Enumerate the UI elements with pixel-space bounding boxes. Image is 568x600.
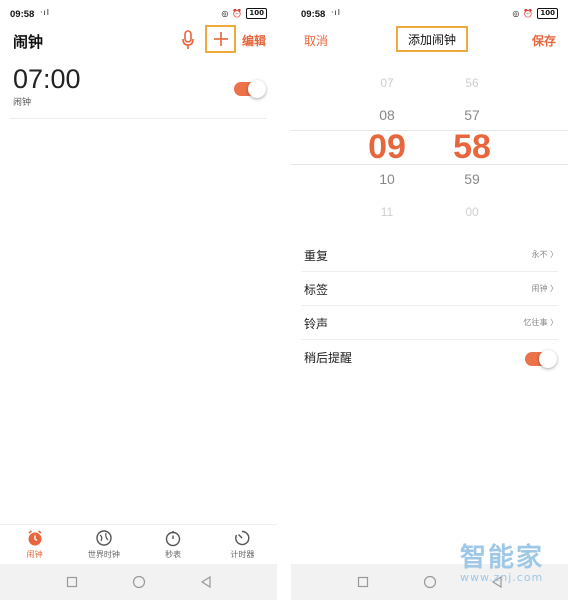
minute-option: 00 [465,205,479,219]
minute-option: 56 [465,76,479,90]
tab-timer[interactable]: 计时器 [208,525,277,564]
setting-value: 忆往事 〉 [523,318,558,327]
add-alarm-screen: 09:58 ·ıl ◎ ⏰ 100 取消 添加闹钟 保存 07 08 09 10… [291,0,568,600]
tab-label: 闹钟 [26,550,43,559]
cancel-button[interactable]: 取消 [304,32,328,49]
hour-wheel[interactable]: 07 08 09 10 11 [357,70,417,230]
alarm-time: 07:00 [13,64,81,94]
back-icon[interactable] [199,575,213,589]
status-time: 09:58 [10,9,35,20]
screen-divider [277,0,291,600]
settings-row-ringtone[interactable]: 铃声 忆往事 〉 [301,306,558,340]
recents-icon[interactable] [356,575,370,589]
settings-row-snooze[interactable]: 稍后提醒 [301,340,558,374]
settings-row-repeat[interactable]: 重复 永不 〉 [301,238,558,272]
bottom-tab-bar: 闹钟 世界时钟 秒表 计时器 [0,524,277,564]
plus-icon [213,32,228,46]
status-bar: 09:58 ·ıl ◎ ⏰ 100 [0,0,277,28]
toggle-knob [539,350,557,368]
hour-option: 07 [380,76,394,90]
screenshot-root: 09:58 ·ıl ◎ ⏰ 100 闹钟 编辑 07:00 闹钟 闹钟 世界时钟… [0,0,568,600]
hour-option: 11 [380,205,394,219]
alarm-toggle[interactable] [234,80,266,98]
vibrate-icon: ◎ [221,9,229,18]
setting-label: 铃声 [304,317,329,331]
setting-value: 永不 〉 [531,250,558,259]
add-alarm-button[interactable] [205,25,236,53]
signal-icon: ·ıl [40,8,50,17]
tab-stopwatch[interactable]: 秒表 [139,525,208,564]
alarm-label: 闹钟 [13,98,32,108]
status-time: 09:58 [301,9,326,20]
app-header: 闹钟 编辑 [0,25,277,54]
minute-option: 57 [464,107,480,123]
globe-icon [96,530,112,546]
setting-label: 标签 [304,283,329,297]
tab-world-clock[interactable]: 世界时钟 [69,525,138,564]
hour-option: 08 [379,107,395,123]
battery-icon: 100 [246,8,267,19]
status-icons: ◎ ⏰ 100 [512,8,558,19]
battery-icon: 100 [537,8,558,19]
stopwatch-icon [165,531,181,547]
page-title: 闹钟 [13,33,44,51]
minute-option: 59 [464,171,480,187]
alarm-list-screen: 09:58 ·ıl ◎ ⏰ 100 闹钟 编辑 07:00 闹钟 闹钟 世界时钟… [0,0,277,600]
home-icon[interactable] [132,575,146,589]
add-alarm-header: 取消 添加闹钟 保存 [291,26,568,54]
snooze-toggle[interactable] [525,350,557,368]
signal-icon: ·ıl [331,8,341,17]
picker-divider [291,130,568,131]
hour-option: 10 [379,171,395,187]
save-button[interactable]: 保存 [532,32,556,49]
timer-icon [235,530,250,546]
watermark-url: www.znj.com [460,571,544,584]
alarm-list-item[interactable]: 07:00 闹钟 [10,62,267,119]
recents-icon[interactable] [65,575,79,589]
tab-alarm[interactable]: 闹钟 [0,525,69,564]
setting-value: 闹钟 〉 [531,284,558,293]
alarm-status-icon: ⏰ [232,9,243,18]
toggle-knob [248,80,266,98]
page-title: 添加闹钟 [396,26,468,52]
microphone-icon[interactable] [181,30,195,50]
home-icon[interactable] [423,575,437,589]
status-bar: 09:58 ·ıl ◎ ⏰ 100 [291,0,568,28]
alarm-settings-list: 重复 永不 〉 标签 闹钟 〉 铃声 忆往事 〉 稍后提醒 [301,238,558,374]
system-nav-bar [0,564,277,600]
time-picker[interactable]: 07 08 09 10 11 56 57 58 59 00 [291,70,568,230]
hour-selected: 09 [368,128,406,166]
picker-divider [291,164,568,165]
watermark-text: 智能家 [460,543,545,573]
minute-selected: 58 [453,128,491,166]
watermark: 智能家 www.znj.com [460,537,560,587]
tab-label: 世界时钟 [87,550,120,559]
minute-wheel[interactable]: 56 57 58 59 00 [442,70,502,230]
setting-label: 稍后提醒 [304,351,353,365]
setting-label: 重复 [304,249,329,263]
alarm-clock-icon [28,530,42,546]
vibrate-icon: ◎ [512,9,520,18]
alarm-status-icon: ⏰ [523,9,534,18]
edit-button[interactable]: 编辑 [242,32,266,49]
settings-row-label[interactable]: 标签 闹钟 〉 [301,272,558,306]
tab-label: 秒表 [165,550,182,559]
status-icons: ◎ ⏰ 100 [221,8,267,19]
tab-label: 计时器 [230,550,255,559]
